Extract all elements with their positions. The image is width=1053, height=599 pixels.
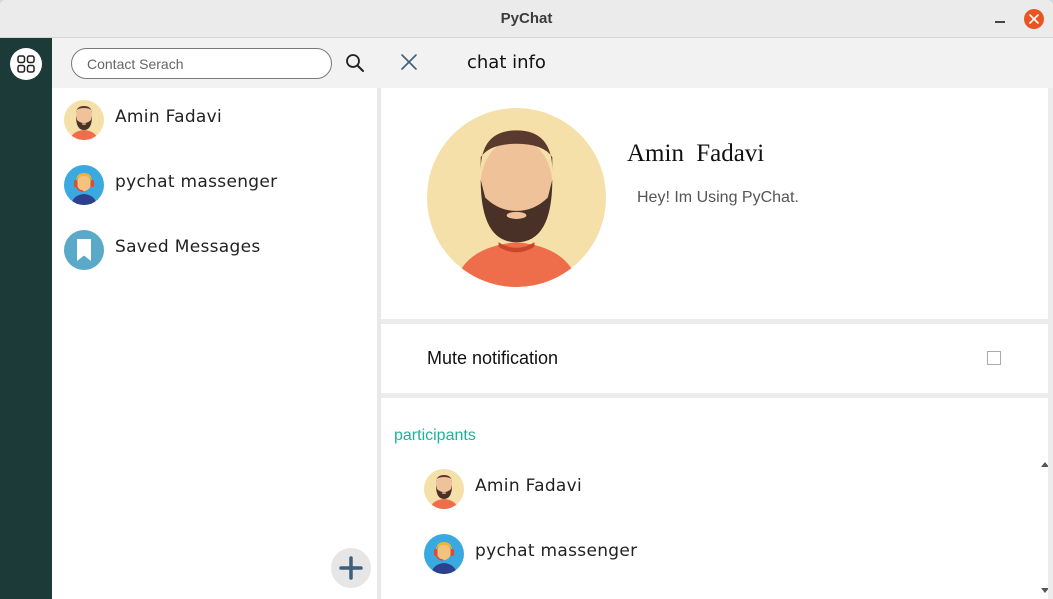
close-info-button[interactable] <box>399 52 419 72</box>
bearded-man-avatar <box>424 469 464 509</box>
contact-name: pychat massenger <box>115 172 278 192</box>
close-icon <box>1029 14 1039 24</box>
participants-card: participants Amin Fadavi pychat massenge… <box>381 398 1048 599</box>
contact-name: Amin Fadavi <box>115 107 223 127</box>
contact-item[interactable]: Saved Messages <box>52 218 377 283</box>
participants-heading: participants <box>394 427 476 444</box>
title-bar: PyChat <box>0 0 1053 38</box>
minimize-button[interactable] <box>990 9 1010 29</box>
participant-name: Amin Fadavi <box>475 476 583 496</box>
chat-info-title: chat info <box>467 52 546 73</box>
contacts-header <box>52 38 378 88</box>
participant-item[interactable]: Amin Fadavi <box>381 457 1037 522</box>
contact-name: Saved Messages <box>115 237 261 257</box>
contacts-list: Amin Fadavi pychat massenger Saved Messa… <box>52 88 377 599</box>
search-button[interactable] <box>344 52 366 74</box>
bearded-man-avatar <box>427 108 606 287</box>
window-edge <box>1048 88 1053 599</box>
support-agent-avatar <box>64 165 104 205</box>
profile-avatar <box>427 108 606 287</box>
profile-name: Amin Fadavi <box>627 140 765 167</box>
contact-search-input[interactable] <box>71 48 332 79</box>
grid-icon <box>17 55 35 73</box>
side-rail <box>0 38 52 599</box>
mute-card: Mute notification <box>381 324 1048 393</box>
plus-icon <box>339 556 363 580</box>
mute-notification-label: Mute notification <box>427 348 559 368</box>
close-window-button[interactable] <box>1024 9 1044 29</box>
add-contact-button[interactable] <box>331 548 371 588</box>
window-title: PyChat <box>500 10 553 27</box>
bearded-man-avatar <box>64 100 104 140</box>
support-agent-avatar <box>424 534 464 574</box>
chat-info-header: chat info <box>381 38 1053 88</box>
contact-item[interactable]: Amin Fadavi <box>52 88 377 153</box>
app-window: PyChat Contact Serach Amin Fadavi pychat… <box>0 0 1053 599</box>
profile-status: Hey! Im Using PyChat. <box>637 189 799 206</box>
mute-notification-checkbox[interactable] <box>987 351 1001 365</box>
contact-item[interactable]: pychat massenger <box>52 153 377 218</box>
participant-item[interactable]: pychat massenger <box>381 522 1037 587</box>
bookmark-avatar <box>64 230 104 270</box>
search-icon <box>346 54 364 72</box>
participant-name: pychat massenger <box>475 541 638 561</box>
profile-card: Amin Fadavi Hey! Im Using PyChat. <box>381 88 1048 319</box>
close-icon <box>401 54 417 70</box>
apps-menu-button[interactable] <box>10 48 42 80</box>
